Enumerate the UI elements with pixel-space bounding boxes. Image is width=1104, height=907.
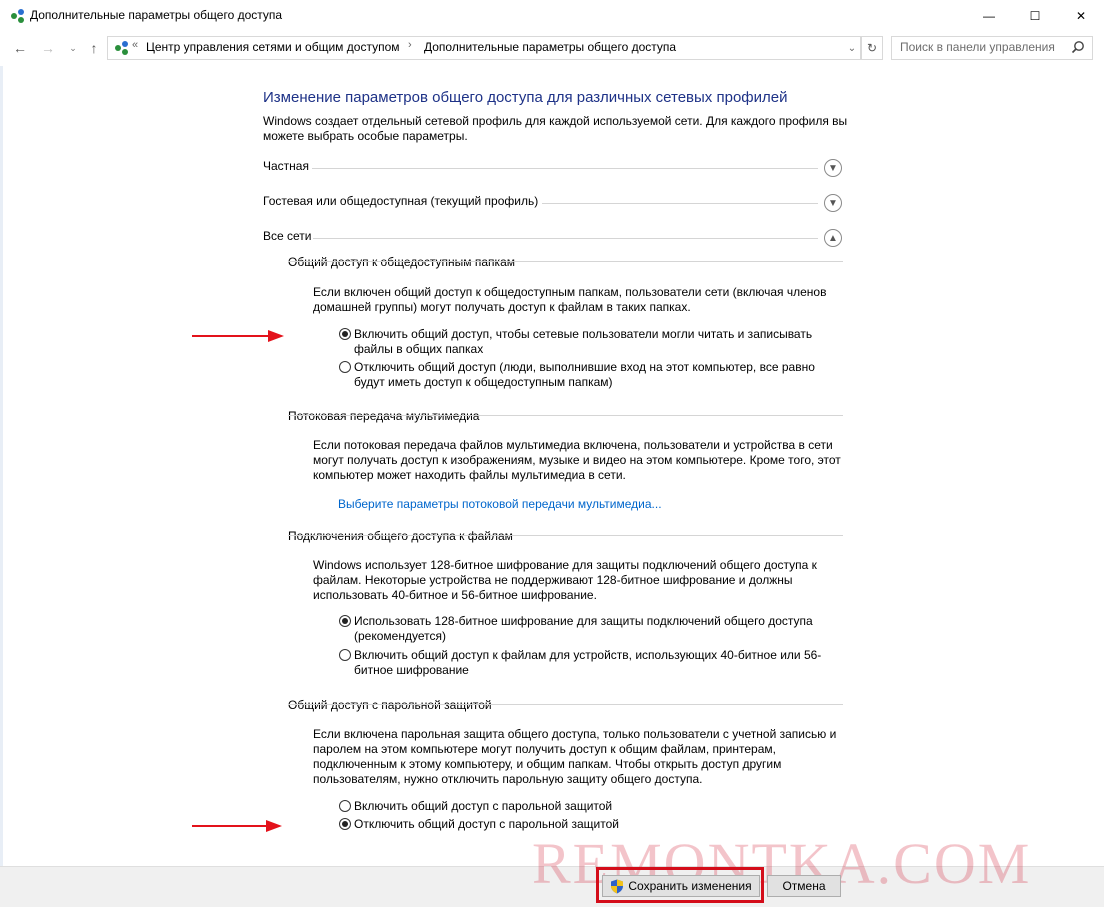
address-dropdown-icon[interactable]: ⌄ (844, 37, 860, 59)
refresh-button[interactable]: ↻ (861, 36, 883, 60)
profile-all-networks-label[interactable]: Все сети (263, 229, 312, 243)
media-streaming-title: Потоковая передача мультимедиа (288, 409, 480, 423)
divider (288, 261, 843, 262)
network-icon (11, 9, 24, 23)
profile-private-label[interactable]: Частная (263, 159, 309, 173)
encryption-128-radio[interactable] (339, 615, 351, 627)
annotation-arrow-shaft (192, 825, 268, 827)
annotation-arrow-shaft (192, 335, 270, 337)
window-left-edge (0, 66, 3, 866)
breadcrumb-network-center[interactable]: Центр управления сетями и общим доступом (146, 40, 400, 54)
password-on-radio[interactable] (339, 800, 351, 812)
expand-chevron-down-icon[interactable]: ▼ (824, 159, 842, 177)
search-placeholder: Поиск в панели управления (900, 40, 1055, 54)
divider (312, 168, 818, 169)
up-arrow-icon[interactable]: ↑ (84, 38, 104, 58)
minimize-button[interactable]: — (966, 0, 1012, 31)
public-folders-on-label[interactable]: Включить общий доступ, чтобы сетевые пол… (354, 327, 834, 357)
expand-chevron-down-icon[interactable]: ▼ (824, 194, 842, 212)
annotation-highlight-box (596, 867, 764, 903)
page-title: Изменение параметров общего доступа для … (263, 89, 788, 106)
search-icon[interactable] (1071, 40, 1085, 54)
breadcrumb-advanced-sharing[interactable]: Дополнительные параметры общего доступа (424, 40, 676, 54)
password-on-label[interactable]: Включить общий доступ с парольной защито… (354, 799, 834, 814)
file-sharing-description: Windows использует 128-битное шифрование… (313, 558, 817, 602)
password-sharing-description: Если включена парольная защита общего до… (313, 727, 837, 786)
close-button[interactable]: ✕ (1058, 0, 1104, 31)
public-folders-on-radio[interactable] (339, 328, 351, 340)
encryption-40-radio[interactable] (339, 649, 351, 661)
public-folders-off-label[interactable]: Отключить общий доступ (люди, выполнивши… (354, 360, 834, 390)
password-sharing-title: Общий доступ с парольной защитой (288, 698, 492, 712)
maximize-button[interactable]: ☐ (1012, 0, 1058, 31)
media-streaming-description: Если потоковая передача файлов мультимед… (313, 438, 841, 482)
network-icon (115, 41, 128, 55)
public-folders-off-radio[interactable] (339, 361, 351, 373)
annotation-arrow-head-icon (266, 820, 282, 832)
back-arrow-icon[interactable]: ← (10, 38, 30, 58)
breadcrumb-separator-icon[interactable]: › (408, 39, 412, 51)
file-sharing-title: Подключения общего доступа к файлам (288, 529, 513, 543)
intro-text: Windows создает отдельный сетевой профил… (263, 114, 848, 143)
recent-locations-icon[interactable]: ⌄ (63, 38, 83, 58)
public-folders-description: Если включен общий доступ к общедоступны… (313, 285, 827, 314)
media-streaming-options-link[interactable]: Выберите параметры потоковой передачи му… (338, 497, 662, 511)
annotation-arrow-head-icon (268, 330, 284, 342)
address-overflow-icon[interactable]: « (132, 39, 138, 51)
cancel-button[interactable]: Отмена (767, 875, 841, 897)
encryption-40-label[interactable]: Включить общий доступ к файлам для устро… (354, 648, 834, 678)
forward-arrow-icon[interactable]: → (38, 38, 58, 58)
divider (288, 415, 843, 416)
password-off-radio[interactable] (339, 818, 351, 830)
public-folders-title: Общий доступ к общедоступным папкам (288, 255, 515, 269)
profile-public-label[interactable]: Гостевая или общедоступная (текущий проф… (263, 194, 538, 208)
window-title: Дополнительные параметры общего доступа (30, 8, 283, 22)
divider (313, 238, 818, 239)
encryption-128-label[interactable]: Использовать 128-битное шифрование для з… (354, 614, 834, 644)
divider (288, 535, 843, 536)
collapse-chevron-up-icon[interactable]: ▲ (824, 229, 842, 247)
divider (542, 203, 818, 204)
divider (288, 704, 843, 705)
